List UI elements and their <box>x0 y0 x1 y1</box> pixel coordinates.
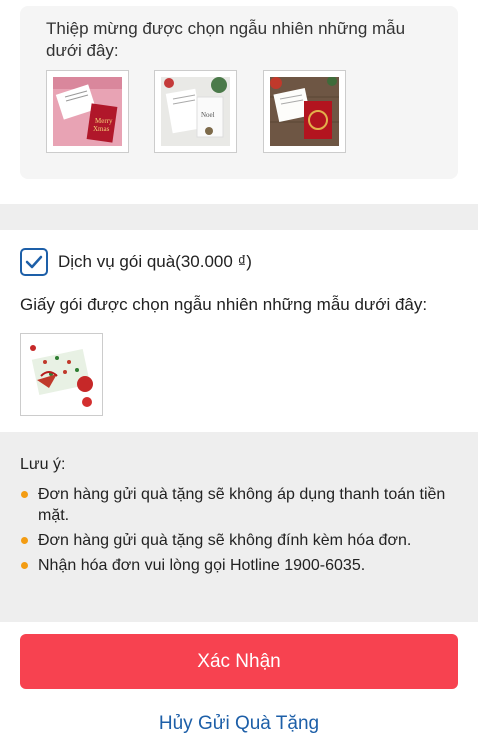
greeting-card-description: Thiệp mừng được chọn ngẫu nhiên những mẫ… <box>46 19 406 60</box>
note-text: Nhận hóa đơn vui lòng gọi Hotline 1900-6… <box>38 557 366 574</box>
note-item: Đơn hàng gửi quà tặng sẽ không đính kèm … <box>20 530 460 551</box>
svg-text:Merry: Merry <box>95 117 113 125</box>
gift-service-label[interactable]: Dịch vụ gói quà(30.000 ₫) <box>58 252 252 272</box>
greeting-card-red-image: Merry Xmas <box>53 77 122 146</box>
wrapping-paper-description: Giấy gói được chọn ngẫu nhiên những mẫu … <box>20 295 428 314</box>
svg-text:Xmas: Xmas <box>93 125 110 133</box>
svg-text:Noel: Noel <box>201 111 215 119</box>
bullet-icon <box>21 562 28 569</box>
note-item: Đơn hàng gửi quà tặng sẽ không áp dụng t… <box>20 484 460 526</box>
section-divider <box>0 204 478 230</box>
note-item: Nhận hóa đơn vui lòng gọi Hotline 1900-6… <box>20 555 460 576</box>
gift-service-checkbox[interactable] <box>20 248 48 276</box>
notes-list: Đơn hàng gửi quà tặng sẽ không áp dụng t… <box>20 484 460 580</box>
greeting-card-thumbnail-1[interactable]: Merry Xmas <box>46 70 129 153</box>
greeting-card-thumbnail-2[interactable]: Noel <box>154 70 237 153</box>
note-text: Đơn hàng gửi quà tặng sẽ không đính kèm … <box>38 532 412 549</box>
cancel-gift-link[interactable]: Hủy Gửi Quà Tặng <box>0 713 478 735</box>
greeting-card-white-image: Noel <box>161 77 230 146</box>
greeting-card-wood-image <box>270 77 339 146</box>
gift-wrap-image <box>27 340 96 409</box>
bullet-icon <box>21 491 28 498</box>
checkmark-icon <box>25 255 43 269</box>
notes-title: Lưu ý: <box>20 456 66 473</box>
note-text: Đơn hàng gửi quà tặng sẽ không áp dụng t… <box>38 486 446 524</box>
bullet-icon <box>21 537 28 544</box>
greeting-card-thumbnail-3[interactable] <box>263 70 346 153</box>
confirm-button[interactable]: Xác Nhận <box>20 634 458 689</box>
wrapping-paper-thumbnail[interactable] <box>20 333 103 416</box>
